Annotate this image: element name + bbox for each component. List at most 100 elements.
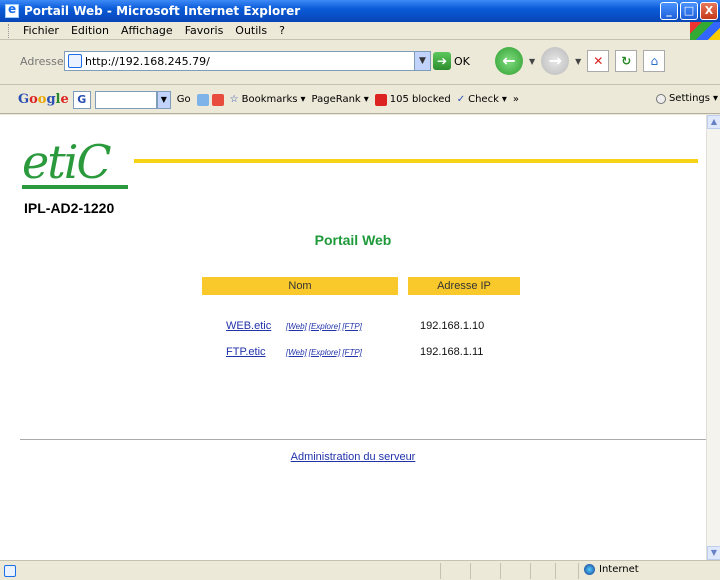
more-button[interactable]: » [513,94,519,105]
settings-icon [655,93,666,104]
page-status-icon [4,564,16,577]
google-go-button[interactable]: Go [177,94,191,105]
zone-label: Internet [599,564,639,575]
scroll-down-button[interactable]: ▼ [707,546,720,560]
close-button[interactable]: X [700,2,718,20]
row-links: [Web] [Explore] [FTP] [286,322,364,331]
table-row: WEB.etic [Web] [Explore] [FTP] 192.168.1.1… [0,320,706,336]
ip-address: 192.168.1.10 [420,320,485,332]
check-label: Check [468,94,499,105]
google-go-label: Go [176,94,191,105]
windows-logo-icon [690,22,720,40]
etic-logo: etiC [22,135,128,189]
header-divider [134,159,698,163]
menu-edition[interactable]: Edition [65,24,115,37]
google-toolbar: Google G ▼ Go ☆ Bookmarks ▾ PageRank ▾ 10… [0,86,720,114]
table-row: FTP.etic [Web] [Explore] [FTP] 192.168.1.1… [0,346,706,362]
menu-outils[interactable]: Outils [229,24,273,37]
spell-check-button[interactable]: ✓ Check ▾ [457,94,507,105]
status-segment [440,563,441,579]
google-logo-letter: o [29,92,38,107]
blocked-label: 105 blocked [389,94,451,105]
title-bar: Portail Web - Microsoft Internet Explore… [0,0,720,22]
bookmarks-button[interactable]: ☆ Bookmarks ▾ [230,94,306,105]
popup-blocker-button[interactable]: 105 blocked [374,93,451,106]
page-icon [68,54,82,68]
status-bar: Internet [0,560,720,580]
menu-affichage[interactable]: Affichage [115,24,179,37]
bookmarks-label: Bookmarks [241,94,298,105]
pagerank-button[interactable]: PageRank ▾ [312,94,369,105]
security-zone: Internet [584,564,639,575]
minimize-button[interactable]: _ [660,2,678,20]
toolbar-grip[interactable] [8,23,11,38]
stop-button[interactable]: ✕ [587,50,610,72]
google-search-input[interactable] [94,90,157,109]
status-segment [555,563,556,579]
web-link[interactable]: [Web] [286,322,307,331]
popup-blocked-icon [374,93,387,106]
menu-fichier[interactable]: Fichier [17,24,65,37]
scroll-up-button[interactable]: ▲ [707,115,720,129]
spell-check-icon: ✓ [456,94,466,105]
device-name: IPL-AD2-1220 [24,200,115,216]
address-input[interactable]: http://192.168.245.79/ [64,51,416,71]
settings-button[interactable]: Settings ▾ [655,93,718,104]
ftp-link[interactable]: [FTP] [342,322,362,331]
google-news-icon [211,93,224,106]
status-segment [470,563,471,579]
vertical-scrollbar[interactable]: ▲ ▼ [706,115,720,560]
go-button[interactable]: ➔ OK [433,51,470,71]
window-controls: _ □ X [660,2,718,20]
go-label: OK [454,54,470,68]
google-options-icon [196,93,209,106]
row-links: [Web] [Explore] [FTP] [286,348,364,357]
footer-divider [20,439,706,440]
pagerank-label: PageRank [311,94,361,105]
ftp-link[interactable]: [FTP] [342,348,362,357]
logo-underline [22,185,128,189]
maximize-button[interactable]: □ [680,2,698,20]
star-icon: ☆ [229,94,239,105]
address-url: http://192.168.245.79/ [85,54,210,68]
address-bar: Adresse http://192.168.245.79/ ▼ ➔ OK ← … [0,41,720,85]
nav-buttons: ← ▼ → ▼ ✕ ↻ ⌂ [495,47,666,75]
explore-link[interactable]: [Explore] [309,348,341,357]
google-logo-letter: e [60,92,69,107]
refresh-button[interactable]: ↻ [615,50,638,72]
back-button[interactable]: ← [495,47,523,75]
home-button[interactable]: ⌂ [643,50,666,72]
google-extra-icons[interactable] [196,93,224,106]
explore-link[interactable]: [Explore] [309,322,341,331]
device-link-ftp-etic[interactable]: FTP.etic [226,346,266,358]
status-segment [578,563,579,579]
ie-icon [5,2,19,18]
google-search-dropdown[interactable]: ▼ [156,90,171,109]
google-logo[interactable]: Google [18,92,69,107]
window-title: Portail Web - Microsoft Internet Explore… [24,4,301,18]
menu-favoris[interactable]: Favoris [179,24,230,37]
page-content: etiC IPL-AD2-1220 Portail Web Nom Adress… [0,115,706,560]
web-link[interactable]: [Web] [286,348,307,357]
forward-button[interactable]: → [541,47,570,75]
google-logo-letter: g [46,92,56,107]
menu-help[interactable]: ? [273,24,291,37]
column-header-ip: Adresse IP [408,277,520,295]
forward-dropdown-icon[interactable]: ▼ [575,57,581,66]
address-dropdown-button[interactable]: ▼ [414,51,431,71]
globe-icon [584,564,595,575]
ip-address: 192.168.1.11 [420,346,484,358]
admin-link[interactable]: Administration du serveur [0,451,706,463]
status-segment [500,563,501,579]
etic-logo-text: etiC [22,135,112,189]
status-segment [530,563,531,579]
page-title: Portail Web [314,232,392,248]
google-logo-letter: G [18,92,30,107]
go-arrow-icon: ➔ [433,52,451,70]
menu-bar: Fichier Edition Affichage Favoris Outils… [0,22,720,40]
google-g-button[interactable]: G [72,90,91,109]
settings-label: Settings [668,93,710,104]
device-link-web-etic[interactable]: WEB.etic [226,320,271,332]
address-label: Adresse [20,55,64,68]
back-dropdown-icon[interactable]: ▼ [529,57,535,66]
